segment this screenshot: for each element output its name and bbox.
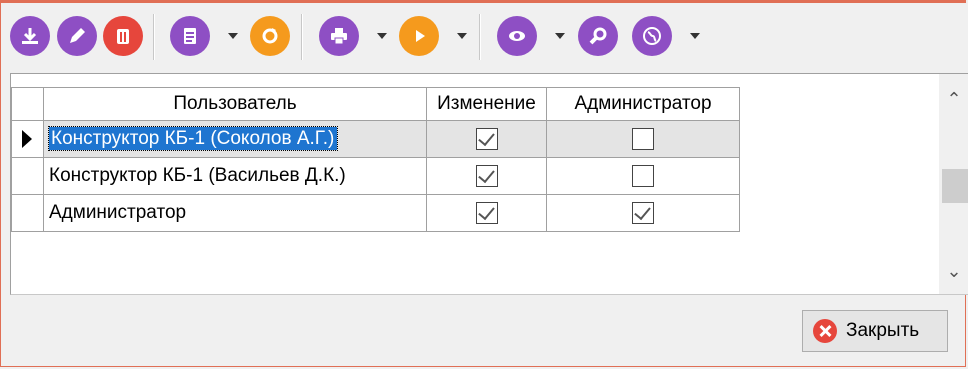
refresh-icon[interactable] (250, 16, 290, 56)
dialog-window: Пользователь Изменение Администратор Кон… (0, 0, 968, 367)
column-header-change[interactable]: Изменение (426, 87, 547, 121)
play-icon[interactable] (399, 16, 439, 56)
user-name: Конструктор КБ-1 (Соколов А.Г.) (47, 126, 339, 151)
row-indicator (11, 194, 44, 232)
change-cell[interactable] (426, 157, 547, 195)
play-dropdown-arrow-icon[interactable] (457, 33, 467, 39)
download-icon[interactable] (10, 16, 50, 56)
toolbar-separator (301, 14, 303, 60)
column-header-user[interactable]: Пользователь (43, 87, 427, 121)
admin-checkbox[interactable] (632, 164, 654, 187)
table-header-row: Пользователь Изменение Администратор (11, 87, 740, 121)
admin-cell[interactable] (546, 194, 740, 232)
admin-cell[interactable] (546, 157, 740, 195)
edit-pencil-icon[interactable] (57, 16, 97, 56)
admin-checkbox[interactable] (632, 201, 654, 224)
change-checkbox[interactable] (475, 164, 498, 187)
scroll-thumb[interactable] (942, 169, 968, 203)
printer-dropdown-arrow-icon[interactable] (377, 33, 387, 39)
users-grid: Пользователь Изменение Администратор Кон… (10, 73, 968, 295)
eye-dropdown-arrow-icon[interactable] (555, 33, 565, 39)
eye-icon[interactable] (497, 16, 537, 56)
current-row-arrow-icon (22, 130, 32, 148)
document-icon[interactable] (170, 16, 210, 56)
change-checkbox[interactable] (475, 201, 498, 224)
users-table: Пользователь Изменение Администратор Кон… (11, 87, 740, 232)
user-name: Администратор (49, 202, 187, 223)
user-cell[interactable]: Конструктор КБ-1 (Васильев Д.К.) (43, 157, 427, 195)
scroll-up-icon[interactable]: ⌃ (939, 84, 968, 114)
close-button-label: Закрыть (846, 320, 920, 341)
toolbar-separator (479, 14, 481, 60)
document-dropdown-arrow-icon[interactable] (228, 33, 238, 39)
table-row[interactable]: Администратор (11, 194, 740, 232)
table-row[interactable]: Конструктор КБ-1 (Васильев Д.К.) (11, 157, 740, 195)
toolbar (1, 3, 967, 73)
row-indicator (11, 120, 44, 158)
change-checkbox[interactable] (475, 127, 498, 150)
globe-dropdown-arrow-icon[interactable] (690, 33, 700, 39)
change-cell[interactable] (426, 120, 547, 158)
close-button[interactable]: Закрыть (802, 310, 948, 352)
row-indicator-header (11, 87, 44, 121)
row-indicator (11, 157, 44, 195)
toolbar-separator (153, 14, 155, 60)
delete-trash-icon[interactable] (103, 16, 143, 56)
globe-icon[interactable] (632, 16, 672, 56)
admin-checkbox[interactable] (632, 127, 654, 150)
user-name: Конструктор КБ-1 (Васильев Д.К.) (49, 165, 346, 186)
admin-cell[interactable] (546, 120, 740, 158)
table-row[interactable]: Конструктор КБ-1 (Соколов А.Г.) (11, 120, 740, 158)
user-cell[interactable]: Администратор (43, 194, 427, 232)
close-icon (813, 319, 837, 343)
change-cell[interactable] (426, 194, 547, 232)
scroll-down-icon[interactable]: ⌄ (939, 256, 968, 286)
vertical-scrollbar[interactable]: ⌃ ⌄ (939, 74, 968, 294)
user-cell[interactable]: Конструктор КБ-1 (Соколов А.Г.) (43, 120, 427, 158)
column-header-admin[interactable]: Администратор (546, 87, 740, 121)
search-magnifier-icon[interactable] (578, 16, 618, 56)
printer-icon[interactable] (319, 16, 359, 56)
